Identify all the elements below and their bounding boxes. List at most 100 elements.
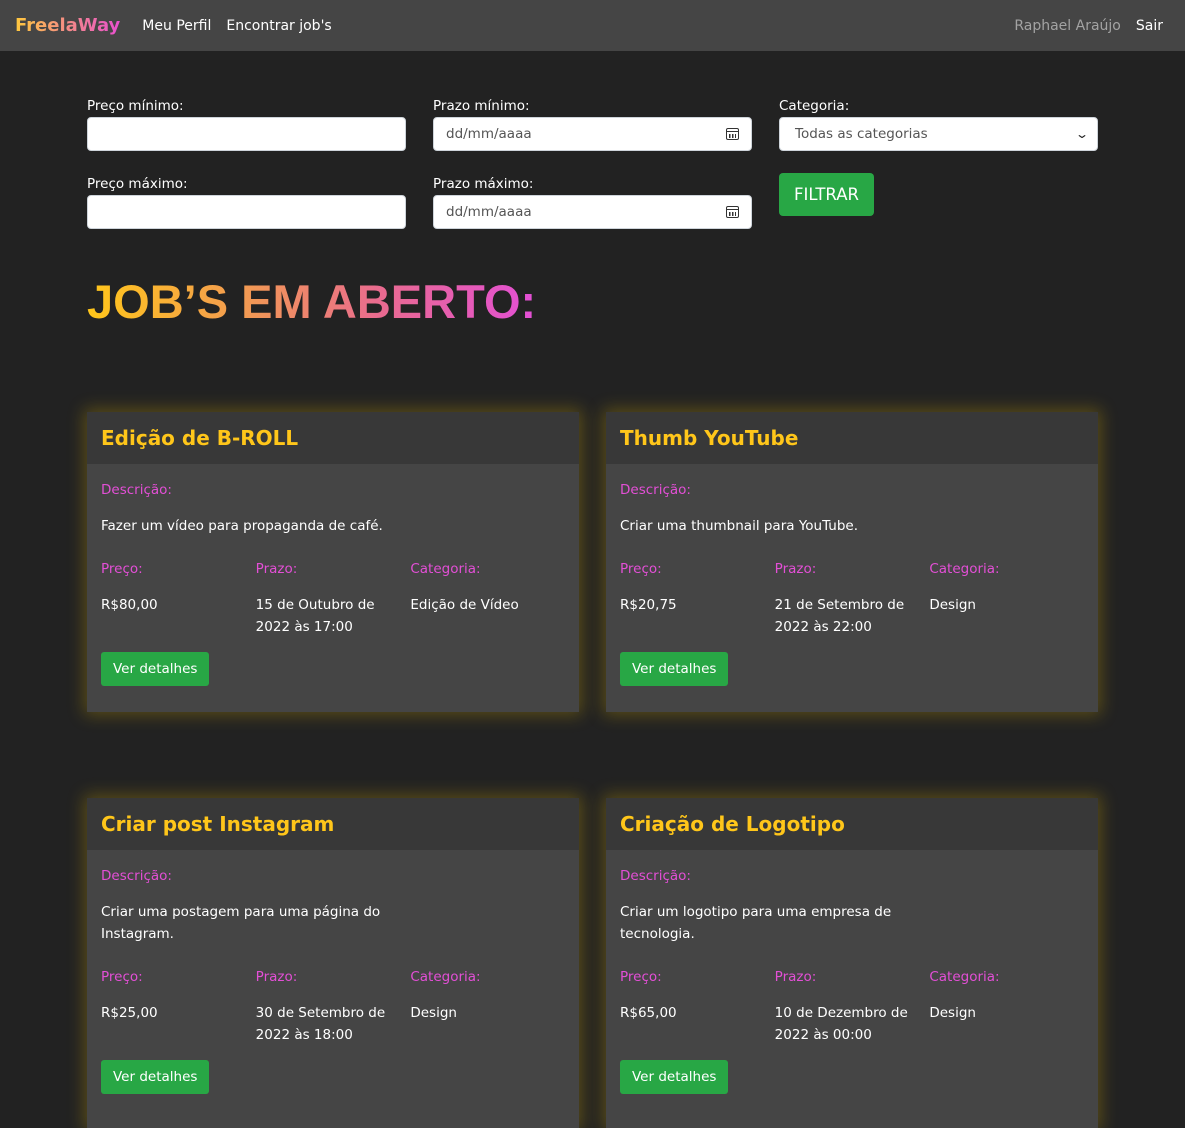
job-title: Edição de B-ROLL — [101, 426, 299, 450]
job-deadline: 21 de Setembro de 2022 às 22:00 — [774, 597, 905, 635]
deadline-label: Prazo: — [255, 969, 298, 985]
user-name: Raphael Araújo — [1014, 17, 1121, 34]
price-max-label: Preço máximo: — [87, 176, 188, 192]
job-category: Edição de Vídeo — [410, 597, 519, 613]
details-button[interactable]: Ver detalhes — [101, 652, 210, 686]
job-info-row: Preço: R$20,75 Prazo: 21 de Setembro de … — [620, 561, 1084, 638]
job-card: Thumb YouTube Descrição: Criar uma thumb… — [606, 412, 1098, 712]
job-price: R$65,00 — [620, 1005, 677, 1021]
category-select[interactable]: Todas as categorias ⌄ — [779, 117, 1098, 151]
description-label: Descrição: — [620, 482, 691, 498]
category-label: Categoria: — [929, 969, 1000, 985]
chevron-down-icon: ⌄ — [1074, 127, 1090, 141]
job-price: R$80,00 — [101, 597, 158, 613]
job-card-body: Descrição: Fazer um vídeo para propagand… — [87, 464, 579, 712]
job-card-body: Descrição: Criar um logotipo para uma em… — [606, 850, 1098, 1120]
job-description: Criar uma postagem para uma página do In… — [101, 904, 381, 942]
details-button[interactable]: Ver detalhes — [620, 1060, 729, 1094]
job-category: Design — [929, 1005, 976, 1021]
category-column: Categoria: Design — [929, 969, 1084, 1046]
job-description: Criar um logotipo para uma empresa de te… — [620, 904, 892, 942]
job-deadline: 30 de Setembro de 2022 às 18:00 — [255, 1005, 386, 1043]
deadline-max-placeholder: dd/mm/aaaa — [446, 204, 532, 220]
job-title: Criação de Logotipo — [620, 812, 845, 836]
brand-logo[interactable]: FreelaWay — [15, 15, 120, 36]
category-column: Categoria: Design — [410, 969, 565, 1046]
description-label: Descrição: — [101, 868, 172, 884]
price-column: Preço: R$25,00 — [101, 969, 256, 1046]
category-column: Categoria: Edição de Vídeo — [410, 561, 565, 638]
deadline-label: Prazo: — [255, 561, 298, 577]
nav-link-profile[interactable]: Meu Perfil — [142, 18, 211, 34]
deadline-column: Prazo: 30 de Setembro de 2022 às 18:00 — [256, 969, 411, 1046]
deadline-column: Prazo: 10 de Dezembro de 2022 às 00:00 — [775, 969, 930, 1046]
job-card: Criação de Logotipo Descrição: Criar um … — [606, 798, 1098, 1128]
price-min-field: Preço mínimo: — [87, 98, 406, 151]
description-label: Descrição: — [101, 482, 172, 498]
category-label: Categoria: — [410, 561, 481, 577]
navbar-left: FreelaWay Meu Perfil Encontrar job's — [15, 15, 347, 36]
price-column: Preço: R$65,00 — [620, 969, 775, 1046]
job-card-body: Descrição: Criar uma thumbnail para YouT… — [606, 464, 1098, 712]
price-min-input[interactable] — [87, 117, 406, 151]
price-min-label: Preço mínimo: — [87, 98, 184, 114]
job-price: R$25,00 — [101, 1005, 158, 1021]
details-button[interactable]: Ver detalhes — [101, 1060, 210, 1094]
job-price: R$20,75 — [620, 597, 677, 613]
deadline-min-input[interactable]: dd/mm/aaaa — [433, 117, 752, 151]
deadline-max-field: Prazo máximo: dd/mm/aaaa — [433, 176, 752, 229]
deadline-min-placeholder: dd/mm/aaaa — [446, 126, 532, 142]
category-label: Categoria: — [929, 561, 1000, 577]
deadline-max-label: Prazo máximo: — [433, 176, 534, 192]
job-card-header: Criação de Logotipo — [606, 798, 1098, 850]
deadline-min-field: Prazo mínimo: dd/mm/aaaa — [433, 98, 752, 151]
job-card-header: Edição de B-ROLL — [87, 412, 579, 464]
price-max-input[interactable] — [87, 195, 406, 229]
job-info-row: Preço: R$65,00 Prazo: 10 de Dezembro de … — [620, 969, 1084, 1046]
deadline-label: Prazo: — [774, 561, 817, 577]
deadline-min-label: Prazo mínimo: — [433, 98, 530, 114]
job-card-body: Descrição: Criar uma postagem para uma p… — [87, 850, 579, 1120]
deadline-label: Prazo: — [774, 969, 817, 985]
deadline-column: Prazo: 15 de Outubro de 2022 às 17:00 — [256, 561, 411, 638]
job-deadline: 10 de Dezembro de 2022 às 00:00 — [774, 1005, 908, 1043]
job-card-header: Thumb YouTube — [606, 412, 1098, 464]
navbar: FreelaWay Meu Perfil Encontrar job's Rap… — [0, 0, 1185, 51]
nav-link-find-jobs[interactable]: Encontrar job's — [226, 18, 331, 34]
price-column: Preço: R$80,00 — [101, 561, 256, 638]
category-label: Categoria: — [779, 98, 850, 114]
price-max-field: Preço máximo: — [87, 176, 406, 229]
navbar-right: Raphael Araújo Sair — [1014, 18, 1163, 34]
price-label: Preço: — [101, 561, 143, 577]
calendar-icon[interactable] — [726, 128, 739, 140]
category-label: Categoria: — [410, 969, 481, 985]
job-deadline: 15 de Outubro de 2022 às 17:00 — [255, 597, 375, 635]
category-field: Categoria: Todas as categorias ⌄ — [779, 98, 1098, 151]
job-card-header: Criar post Instagram — [87, 798, 579, 850]
deadline-column: Prazo: 21 de Setembro de 2022 às 22:00 — [775, 561, 930, 638]
job-description: Fazer um vídeo para propaganda de café. — [101, 518, 383, 534]
filter-form: Preço mínimo: Preço máximo: Prazo mínimo… — [0, 51, 1185, 261]
price-label: Preço: — [620, 969, 662, 985]
calendar-icon[interactable] — [726, 206, 739, 218]
description-label: Descrição: — [620, 868, 691, 884]
job-info-row: Preço: R$25,00 Prazo: 30 de Setembro de … — [101, 969, 565, 1046]
price-label: Preço: — [620, 561, 662, 577]
price-label: Preço: — [101, 969, 143, 985]
price-column: Preço: R$20,75 — [620, 561, 775, 638]
job-category: Design — [410, 1005, 457, 1021]
logout-link[interactable]: Sair — [1136, 18, 1163, 34]
job-description: Criar uma thumbnail para YouTube. — [620, 518, 859, 534]
filter-button[interactable]: FILTRAR — [779, 173, 874, 216]
job-info-row: Preço: R$80,00 Prazo: 15 de Outubro de 2… — [101, 561, 565, 638]
job-title: Thumb YouTube — [620, 426, 799, 450]
job-category: Design — [929, 597, 976, 613]
details-button[interactable]: Ver detalhes — [620, 652, 729, 686]
page-title: JOB’S EM ABERTO: — [87, 275, 537, 328]
category-column: Categoria: Design — [929, 561, 1084, 638]
job-card: Criar post Instagram Descrição: Criar um… — [87, 798, 579, 1128]
category-selected-value: Todas as categorias — [795, 126, 928, 142]
job-card: Edição de B-ROLL Descrição: Fazer um víd… — [87, 412, 579, 712]
deadline-max-input[interactable]: dd/mm/aaaa — [433, 195, 752, 229]
job-title: Criar post Instagram — [101, 812, 335, 836]
